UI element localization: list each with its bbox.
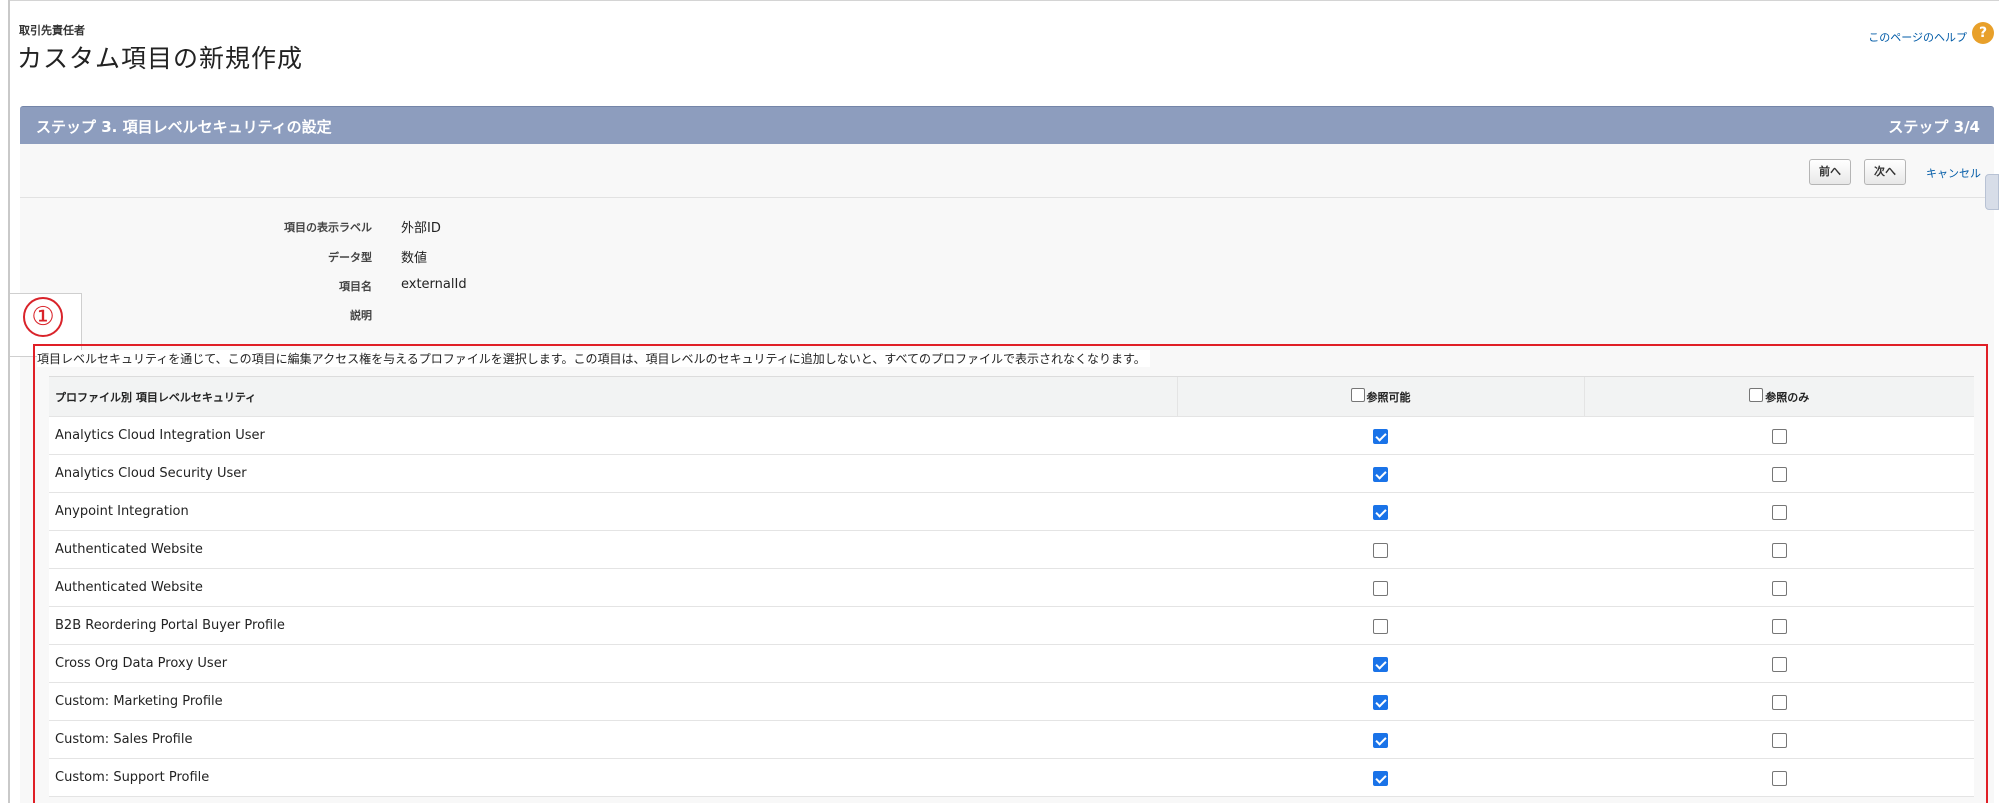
read-only-checkbox[interactable] bbox=[1771, 771, 1787, 786]
read-only-cell bbox=[1584, 720, 1974, 759]
profile-name: Cross Org Data Proxy User bbox=[49, 644, 1177, 683]
read-only-checkbox[interactable] bbox=[1771, 733, 1787, 748]
table-row: Analytics Cloud Integration User bbox=[49, 416, 1974, 455]
help-icon[interactable]: ? bbox=[1972, 22, 1994, 44]
table-row: Analytics Cloud Security User bbox=[49, 454, 1974, 493]
read-only-cell bbox=[1584, 492, 1974, 531]
visible-checkbox[interactable] bbox=[1373, 771, 1388, 786]
visible-cell bbox=[1177, 530, 1584, 569]
read-only-checkbox[interactable] bbox=[1771, 429, 1787, 444]
table-row: B2B Reordering Portal Buyer Profile bbox=[49, 606, 1974, 645]
read-only-cell bbox=[1584, 758, 1974, 797]
visible-header-label: 参照可能 bbox=[1366, 391, 1411, 404]
select-all-read-only-checkbox[interactable] bbox=[1749, 388, 1764, 402]
field-value-display-label: 外部ID bbox=[401, 221, 441, 236]
profile-name: B2B Reordering Portal Buyer Profile bbox=[49, 606, 1177, 645]
read-only-cell bbox=[1584, 454, 1974, 493]
visible-cell bbox=[1177, 720, 1584, 759]
fls-intro-text: 項目レベルセキュリティを通じて、この項目に編集アクセス権を与えるプロファイルを選… bbox=[37, 350, 1150, 367]
read-only-cell bbox=[1584, 606, 1974, 645]
read-only-checkbox[interactable] bbox=[1771, 505, 1787, 520]
table-row: Authenticated Website bbox=[49, 530, 1974, 569]
read-only-cell bbox=[1584, 644, 1974, 683]
table-row: Custom: Marketing Profile bbox=[49, 682, 1974, 721]
visible-cell bbox=[1177, 606, 1584, 645]
help-link[interactable]: このページのヘルプ bbox=[1868, 29, 1967, 45]
cancel-link[interactable]: キャンセル bbox=[1926, 165, 1981, 181]
read-only-cell bbox=[1584, 682, 1974, 721]
window-top-border bbox=[8, 0, 1999, 1]
field-value-field-name: externalId bbox=[401, 277, 467, 292]
table-row: Cross Org Data Proxy User bbox=[49, 644, 1974, 683]
visible-checkbox[interactable] bbox=[1373, 619, 1388, 634]
visible-checkbox[interactable] bbox=[1373, 657, 1388, 672]
field-label-display-label: 項目の表示ラベル bbox=[284, 221, 372, 234]
visible-cell bbox=[1177, 568, 1584, 607]
page-title: カスタム項目の新規作成 bbox=[17, 44, 304, 73]
profile-name: Analytics Cloud Integration User bbox=[49, 416, 1177, 455]
profile-name: Custom: Sales Profile bbox=[49, 720, 1177, 759]
button-row: 前へ 次へ キャンセル bbox=[20, 144, 1994, 198]
field-label-data-type: データ型 bbox=[328, 251, 372, 264]
visible-cell bbox=[1177, 416, 1584, 455]
table-body: Analytics Cloud Integration User Analytic… bbox=[49, 416, 1974, 797]
step-header-bar: ステップ 3. 項目レベルセキュリティの設定 ステップ 3/4 bbox=[20, 106, 1994, 144]
table-row: Anypoint Integration bbox=[49, 492, 1974, 531]
visible-checkbox[interactable] bbox=[1373, 505, 1388, 520]
field-level-security-table: プロファイル別 項目レベルセキュリティ 参照可能 参照のみ Analytics … bbox=[49, 376, 1974, 797]
visible-checkbox[interactable] bbox=[1373, 467, 1388, 482]
visible-checkbox[interactable] bbox=[1373, 543, 1388, 558]
table-row: Custom: Sales Profile bbox=[49, 720, 1974, 759]
window-left-border bbox=[8, 0, 10, 803]
profile-name: Authenticated Website bbox=[49, 530, 1177, 569]
read-only-checkbox[interactable] bbox=[1771, 695, 1787, 710]
read-only-cell bbox=[1584, 530, 1974, 569]
read-only-checkbox[interactable] bbox=[1771, 657, 1787, 672]
field-value-data-type: 数値 bbox=[401, 251, 428, 266]
visible-checkbox[interactable] bbox=[1373, 429, 1388, 444]
step-title: ステップ 3. 項目レベルセキュリティの設定 bbox=[36, 118, 332, 136]
profile-name: Analytics Cloud Security User bbox=[49, 454, 1177, 493]
visible-cell bbox=[1177, 644, 1584, 683]
visible-checkbox[interactable] bbox=[1373, 581, 1388, 596]
profile-name: Anypoint Integration bbox=[49, 492, 1177, 531]
next-button[interactable]: 次へ bbox=[1864, 159, 1906, 185]
profile-column-header: プロファイル別 項目レベルセキュリティ bbox=[49, 376, 1177, 417]
visible-cell bbox=[1177, 492, 1584, 531]
table-header-row: プロファイル別 項目レベルセキュリティ 参照可能 参照のみ bbox=[49, 376, 1974, 417]
profile-name: Custom: Marketing Profile bbox=[49, 682, 1177, 721]
visible-cell bbox=[1177, 454, 1584, 493]
select-all-visible-checkbox[interactable] bbox=[1350, 388, 1365, 402]
profile-name: Custom: Support Profile bbox=[49, 758, 1177, 797]
read-only-checkbox[interactable] bbox=[1771, 467, 1787, 482]
read-only-checkbox[interactable] bbox=[1771, 581, 1787, 596]
visible-cell bbox=[1177, 758, 1584, 797]
visible-column-header: 参照可能 bbox=[1176, 376, 1584, 417]
read-only-checkbox[interactable] bbox=[1771, 543, 1787, 558]
side-panel-handle[interactable] bbox=[1985, 174, 1999, 210]
callout-number: ① bbox=[23, 297, 63, 337]
visible-checkbox[interactable] bbox=[1373, 733, 1388, 748]
read-only-header-label: 参照のみ bbox=[1765, 391, 1810, 404]
visible-checkbox[interactable] bbox=[1373, 695, 1388, 710]
read-only-cell bbox=[1584, 416, 1974, 455]
profile-name: Authenticated Website bbox=[49, 568, 1177, 607]
table-row: Custom: Support Profile bbox=[49, 758, 1974, 797]
table-row: Authenticated Website bbox=[49, 568, 1974, 607]
field-label-field-name: 項目名 bbox=[339, 280, 372, 293]
read-only-column-header: 参照のみ bbox=[1583, 376, 1974, 417]
previous-button[interactable]: 前へ bbox=[1809, 159, 1851, 185]
step-count: ステップ 3/4 bbox=[1888, 118, 1980, 136]
read-only-checkbox[interactable] bbox=[1771, 619, 1787, 634]
read-only-cell bbox=[1584, 568, 1974, 607]
visible-cell bbox=[1177, 682, 1584, 721]
object-label: 取引先責任者 bbox=[19, 24, 85, 37]
